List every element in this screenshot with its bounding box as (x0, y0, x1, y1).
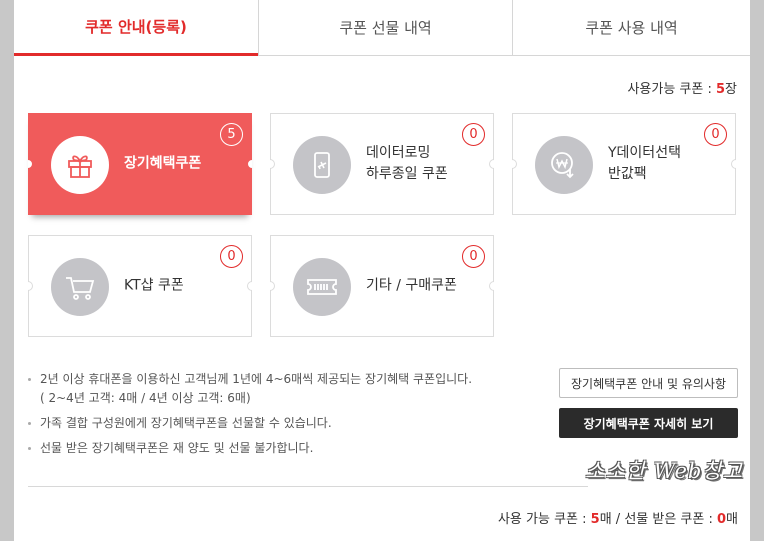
summary-gifted-label: 선물 받은 쿠폰 : (624, 512, 717, 527)
coupon-count-badge: 0 (704, 123, 727, 146)
ticket-barcode-icon (293, 258, 351, 316)
coupon-card-long-term[interactable]: 장기혜택쿠폰 5 (28, 113, 252, 215)
coupon-label: 데이터로밍 하루종일 쿠폰 (366, 145, 448, 182)
summary-separator: / (611, 512, 625, 527)
coupon-card-etc-purchase[interactable]: 기타 / 구매쿠폰 0 (270, 235, 494, 337)
card-notch-left (270, 159, 275, 169)
available-coupon-count: 사용가능 쿠폰 : 5장 (627, 78, 737, 97)
coupon-count-badge: 0 (220, 245, 243, 268)
gift-icon (51, 136, 109, 194)
coupon-label: KT샵 쿠폰 (124, 277, 184, 294)
phone-airplane-icon (293, 136, 351, 194)
tab-coupon-usage-history[interactable]: 쿠폰 사용 내역 (512, 0, 750, 56)
shopping-cart-icon (51, 258, 109, 316)
coupon-card-kt-shop[interactable]: KT샵 쿠폰 0 (28, 235, 252, 337)
coupon-label: 장기혜택쿠폰 (124, 155, 202, 172)
coupon-count-badge: 5 (220, 123, 243, 146)
coupon-card-y-data[interactable]: Y데이터선택 반값팩 0 (512, 113, 736, 215)
available-number: 5 (715, 82, 726, 97)
summary-available-unit: 매 (599, 512, 612, 527)
available-label: 사용가능 쿠폰 : (627, 82, 716, 97)
note-item: 가족 결합 구성원에게 장기혜택쿠폰을 선물할 수 있습니다. (28, 414, 472, 433)
card-notch-left (512, 159, 517, 169)
coupon-summary: 사용 가능 쿠폰 : 5매 / 선물 받은 쿠폰 : 0매 (498, 508, 738, 527)
summary-gifted-unit: 매 (726, 512, 738, 527)
divider (28, 486, 588, 487)
note-item: 선물 받은 장기혜택쿠폰은 재 양도 및 선물 불가합니다. (28, 439, 472, 458)
coupon-card-data-roaming[interactable]: 데이터로밍 하루종일 쿠폰 0 (270, 113, 494, 215)
tab-coupon-guide[interactable]: 쿠폰 안내(등록) (14, 0, 258, 56)
coupon-detail-button[interactable]: 장기혜택쿠폰 자세히 보기 (559, 408, 738, 438)
note-item: ( 2~4년 고객: 4매 / 4년 이상 고객: 6매) (40, 391, 251, 405)
note-item: 2년 이상 휴대폰을 이용하신 고객님께 1년에 4~6매씩 제공되는 장기혜택… (28, 370, 472, 389)
card-notch-left (28, 281, 33, 291)
tab-coupon-gift-history[interactable]: 쿠폰 선물 내역 (258, 0, 512, 56)
card-notch-right (247, 281, 252, 291)
card-notch-left (28, 159, 33, 169)
coupon-count-badge: 0 (462, 245, 485, 268)
tab-bar: 쿠폰 안내(등록) 쿠폰 선물 내역 쿠폰 사용 내역 (14, 0, 750, 56)
card-notch-right (489, 281, 494, 291)
coupon-label: 기타 / 구매쿠폰 (366, 277, 457, 294)
coupon-notes: 2년 이상 휴대폰을 이용하신 고객님께 1년에 4~6매씩 제공되는 장기혜택… (28, 370, 472, 458)
won-coin-icon (535, 136, 593, 194)
summary-available-count: 5 (590, 512, 600, 527)
card-notch-right (731, 159, 736, 169)
watermark: 소소한 Web창고 (585, 459, 744, 483)
card-notch-left (270, 281, 275, 291)
coupon-label: Y데이터선택 반값팩 (608, 145, 681, 182)
coupon-guide-button[interactable]: 장기혜택쿠폰 안내 및 유의사항 (559, 368, 738, 398)
coupon-count-badge: 0 (462, 123, 485, 146)
summary-gifted-count: 0 (716, 512, 727, 527)
summary-available-label: 사용 가능 쿠폰 : (497, 512, 591, 527)
coupon-panel: 쿠폰 안내(등록) 쿠폰 선물 내역 쿠폰 사용 내역 사용가능 쿠폰 : 5장… (14, 0, 750, 541)
available-unit: 장 (725, 82, 737, 97)
card-notch-right (247, 159, 252, 169)
card-notch-right (489, 159, 494, 169)
